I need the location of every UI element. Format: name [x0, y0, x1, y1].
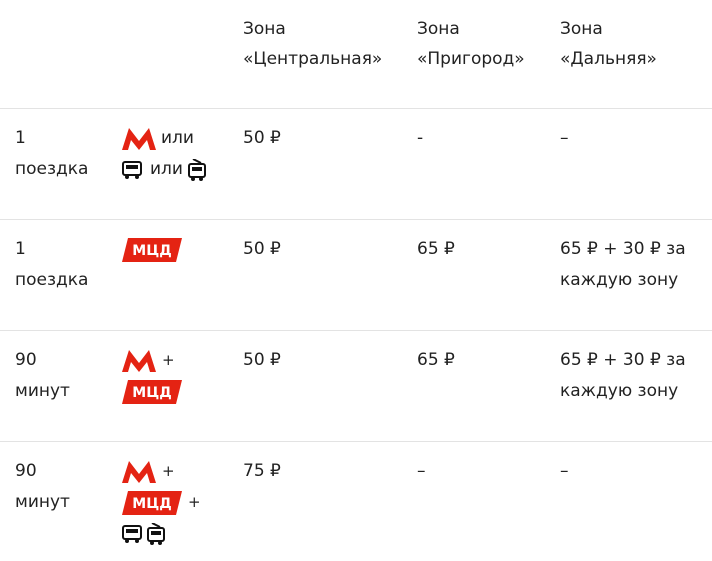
header-zone-far-line1: Зона [560, 19, 603, 39]
price-far: 65 ₽ + 30 ₽ за каждую зону [560, 345, 710, 407]
trip-unit: поездка [15, 270, 89, 290]
price-central: 50 ₽ [243, 239, 281, 259]
table-row: 1 поездка или или 50 ₽ - – [0, 109, 712, 219]
trip-cell: 1 поездка [15, 234, 88, 296]
bus-icon [122, 160, 142, 179]
trip-count: 90 [15, 461, 37, 481]
mcd-icon: МЦД [122, 379, 182, 404]
price-suburb: 65 ₽ [417, 239, 455, 259]
mcd-icon-label: МЦД [132, 496, 171, 512]
or-label: или [161, 128, 194, 148]
price-far-line: – [560, 128, 569, 148]
price-far: – [560, 456, 710, 487]
price-central: 50 ₽ [243, 350, 281, 370]
or-label: или [150, 159, 183, 179]
price-far: – [560, 123, 710, 154]
table-row: 90 минут + МЦД 50 ₽ 65 ₽ 65 ₽ + 30 ₽ за … [0, 331, 712, 441]
transport-cell: + МЦД + [122, 456, 201, 549]
price-far-line: 65 ₽ + 30 ₽ за [560, 350, 686, 370]
trip-count: 90 [15, 350, 37, 370]
trip-unit: поездка [15, 159, 89, 179]
trip-unit: минут [15, 381, 70, 401]
price-far-line: – [560, 461, 569, 481]
trip-cell: 1 поездка [15, 123, 88, 185]
plus-label: + [162, 462, 175, 480]
mcd-icon-label: МЦД [132, 385, 171, 401]
trip-unit: минут [15, 492, 70, 512]
header-zone-far: Зона «Дальняя» [560, 14, 657, 74]
bus-icon [122, 524, 142, 543]
table-row: 1 поездка МЦД 50 ₽ 65 ₽ 65 ₽ + 30 ₽ за к… [0, 220, 712, 330]
price-suburb: 65 ₽ [417, 350, 455, 370]
trip-count: 1 [15, 128, 26, 148]
price-far-line: каждую зону [560, 381, 679, 401]
mcd-icon: МЦД [122, 237, 182, 262]
table-header: Зона «Центральная» Зона «Пригород» Зона … [0, 0, 712, 108]
header-zone-central-line1: Зона [243, 19, 286, 39]
tram-icon [187, 158, 206, 181]
transport-cell: + МЦД [122, 345, 182, 407]
price-far: 65 ₽ + 30 ₽ за каждую зону [560, 234, 710, 296]
price-suburb: - [417, 128, 424, 148]
header-zone-central-line2: «Центральная» [243, 49, 383, 69]
trip-cell: 90 минут [15, 345, 70, 407]
transport-cell: или или [122, 123, 207, 185]
metro-icon [122, 127, 156, 150]
metro-icon [122, 349, 156, 372]
trip-cell: 90 минут [15, 456, 70, 518]
price-far-line: каждую зону [560, 270, 679, 290]
price-far-line: 65 ₽ + 30 ₽ за [560, 239, 686, 259]
tram-icon [147, 522, 165, 545]
price-central: 75 ₽ [243, 461, 281, 481]
header-zone-suburb-line2: «Пригород» [417, 49, 525, 69]
header-zone-central: Зона «Центральная» [243, 14, 382, 74]
mcd-icon: МЦД [122, 490, 182, 515]
header-zone-far-line2: «Дальняя» [560, 49, 657, 69]
plus-label: + [162, 351, 175, 369]
metro-icon [122, 460, 156, 483]
header-zone-suburb: Зона «Пригород» [417, 14, 525, 74]
transport-cell: МЦД [122, 234, 182, 265]
price-suburb: – [417, 461, 426, 481]
mcd-icon-label: МЦД [132, 243, 171, 259]
table-row: 90 минут + МЦД + 75 ₽ – – [0, 442, 712, 561]
header-zone-suburb-line1: Зона [417, 19, 460, 39]
trip-count: 1 [15, 239, 26, 259]
price-central: 50 ₽ [243, 128, 281, 148]
plus-label: + [188, 493, 201, 511]
